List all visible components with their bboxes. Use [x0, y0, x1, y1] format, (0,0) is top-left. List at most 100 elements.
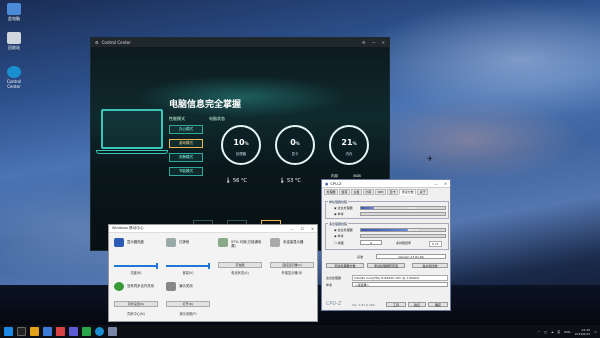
ok-button[interactable]: 确定	[428, 302, 448, 307]
mode-quiet-button[interactable]: 安静模式	[169, 153, 203, 162]
app-icon[interactable]	[69, 327, 78, 336]
tab-memory[interactable]: 内存	[363, 189, 375, 195]
control-center-taskbar-icon[interactable]	[95, 327, 104, 336]
single-thread-score-fill	[361, 207, 375, 209]
close-icon[interactable]: ✕	[444, 182, 447, 186]
cpu-usage-gauge: 10% 处理器	[221, 125, 261, 165]
gpu-usage-gauge: 0% 显卡	[275, 125, 315, 165]
tab-bench[interactable]: 测试分数	[399, 189, 417, 195]
stress-cpu-button[interactable]: 测试处理器稳定度	[367, 263, 405, 268]
reference-radio[interactable]: ◉ 参考	[334, 212, 344, 216]
cpu-usage-value: 10	[233, 138, 245, 147]
gear-icon: ⚙	[95, 40, 99, 45]
mode-power-save-button[interactable]: 节能模式	[169, 167, 203, 176]
tile-name: 未连接显示器	[283, 240, 304, 244]
cpuz-taskbar-icon[interactable]	[108, 327, 117, 336]
connect-display-button[interactable]: 连接显示器(C)	[270, 262, 314, 268]
task-view-icon[interactable]	[17, 327, 26, 336]
notification-icon[interactable]: ▭	[594, 330, 597, 334]
single-thread-group: 单处理器线程 ◉ 这台处理器 497.2 ◉ 参考	[325, 200, 449, 219]
tab-processor[interactable]: 处理器	[324, 189, 339, 195]
tile-caption: 同步中心(N)	[127, 312, 145, 316]
this-cpu-radio[interactable]: ◉ 这台处理器	[334, 228, 353, 232]
this-processor-value: Intel(R) Core(TM) i5-8265U CPU @ 1.60GHz	[352, 275, 448, 281]
tile-brightness: 显示器亮度 亮度(B)	[111, 235, 161, 277]
network-icon[interactable]: ◫	[544, 330, 547, 334]
tab-spd[interactable]: SPD	[375, 189, 387, 195]
file-explorer-icon[interactable]	[30, 327, 39, 336]
memory-label: 内存	[331, 174, 339, 178]
tab-about[interactable]: 关于	[417, 189, 429, 195]
threads-label: 线程	[337, 241, 344, 245]
this-cpu-radio[interactable]: ◉ 这台处理器	[334, 206, 353, 210]
gpu-temperature-value: 53 °C	[286, 178, 301, 184]
desktop-icon-label: Control Center	[6, 79, 22, 89]
multi-thread-score-bar: 2597.6	[360, 228, 446, 232]
mode-section-label: 性能模式	[169, 116, 185, 121]
battery-icon	[218, 238, 228, 247]
reference-radio[interactable]: ◉ 参考	[334, 234, 344, 238]
mode-game-button[interactable]: 游戏模式	[169, 139, 203, 148]
ime-indicator[interactable]: 英	[557, 330, 560, 334]
app-icon[interactable]	[82, 327, 91, 336]
power-plan-select[interactable]: 高性能	[218, 262, 262, 268]
app-icon[interactable]	[56, 327, 65, 336]
tab-cache[interactable]: 缓存	[339, 189, 351, 195]
validate-button[interactable]: 验证	[408, 302, 426, 307]
laptop-illustration	[101, 109, 163, 149]
mobility-center-window: Windows 移动中心 — ☐ ✕ 显示器亮度 亮度(B) 已静音 音量(V)…	[108, 224, 318, 322]
sync-settings-button[interactable]: 同步设置(S)	[114, 301, 158, 307]
close-icon[interactable]: ✕	[382, 40, 385, 45]
multi-thread-score: 2597.6	[407, 228, 418, 232]
minimize-icon[interactable]: —	[290, 227, 294, 231]
cpuz-app-icon: ▣	[325, 181, 329, 186]
tab-mainboard[interactable]: 主板	[351, 189, 363, 195]
gear-icon[interactable]: ⚙	[362, 40, 366, 45]
clock[interactable]: 22:40 2019/6/22	[575, 328, 590, 336]
chevron-up-icon[interactable]: ^	[538, 330, 541, 334]
mobility-center-titlebar[interactable]: Windows 移动中心 — ☐ ✕	[109, 225, 317, 233]
submit-compare-button[interactable]: 提交和比较	[412, 263, 448, 268]
maximize-icon[interactable]: ☐	[301, 227, 304, 231]
radio-label: 这台处理器	[337, 206, 353, 210]
ratio-label: 多线程倍率	[396, 241, 412, 245]
multi-thread-reference-bar	[360, 234, 446, 238]
tab-graphics[interactable]: 显卡	[387, 189, 399, 195]
projector-icon	[270, 238, 280, 247]
reference-select[interactable]: <请选择>	[352, 282, 448, 287]
brightness-slider[interactable]	[114, 263, 158, 269]
tile-caption: 亮度(B)	[130, 271, 142, 275]
this-processor-label: 这台处理器	[326, 276, 342, 280]
baseline-select[interactable]: Version 17.01.64	[376, 254, 446, 259]
minimize-icon[interactable]: —	[372, 40, 376, 45]
group-title: 单处理器线程	[328, 200, 349, 204]
bird-silhouette: ✈	[427, 155, 433, 163]
cpuz-titlebar[interactable]: ▣ CPU-Z — ✕	[322, 180, 450, 188]
bench-cpu-button[interactable]: 测试处理器分数	[326, 263, 364, 268]
desktop-icon-control-center[interactable]: Control Center	[3, 66, 25, 89]
group-title: 多处理器线程	[328, 222, 349, 226]
mode-office-button[interactable]: 办公模式	[169, 125, 203, 134]
browser-icon[interactable]	[43, 327, 52, 336]
volume-slider[interactable]	[166, 263, 210, 269]
tile-name: 显示器亮度	[127, 240, 144, 244]
volume-icon[interactable]: ◄	[551, 330, 553, 334]
single-thread-score-bar: 497.2	[360, 206, 446, 210]
window-title: Windows 移动中心	[112, 226, 144, 230]
window-title: Control Center	[101, 40, 131, 45]
memory-size: 8GB	[353, 174, 361, 178]
desktop-icon-recycle-bin[interactable]: 回收站	[3, 32, 25, 51]
tile-sync-center: 没有同步合作关系 同步设置(S) 同步中心(N)	[111, 279, 161, 321]
desktop-icon-this-pc[interactable]: 此电脑	[3, 3, 25, 22]
start-windows-icon[interactable]	[4, 327, 13, 336]
minimize-icon[interactable]: —	[434, 182, 438, 186]
threads-select[interactable]: 4	[360, 240, 382, 245]
multi-thread-score-fill	[361, 229, 409, 231]
tools-button[interactable]: 工具	[386, 302, 406, 307]
control-center-titlebar[interactable]: ⚙ Control Center ⚙ — ✕	[91, 38, 389, 47]
threads-checkbox[interactable]: ☐ 线程	[334, 241, 344, 245]
page-title: 电脑信息完全掌握	[169, 100, 242, 110]
input-language[interactable]: ENG	[564, 330, 570, 334]
presentation-toggle-button[interactable]: 打开(O)	[166, 301, 210, 307]
close-icon[interactable]: ✕	[311, 227, 314, 231]
